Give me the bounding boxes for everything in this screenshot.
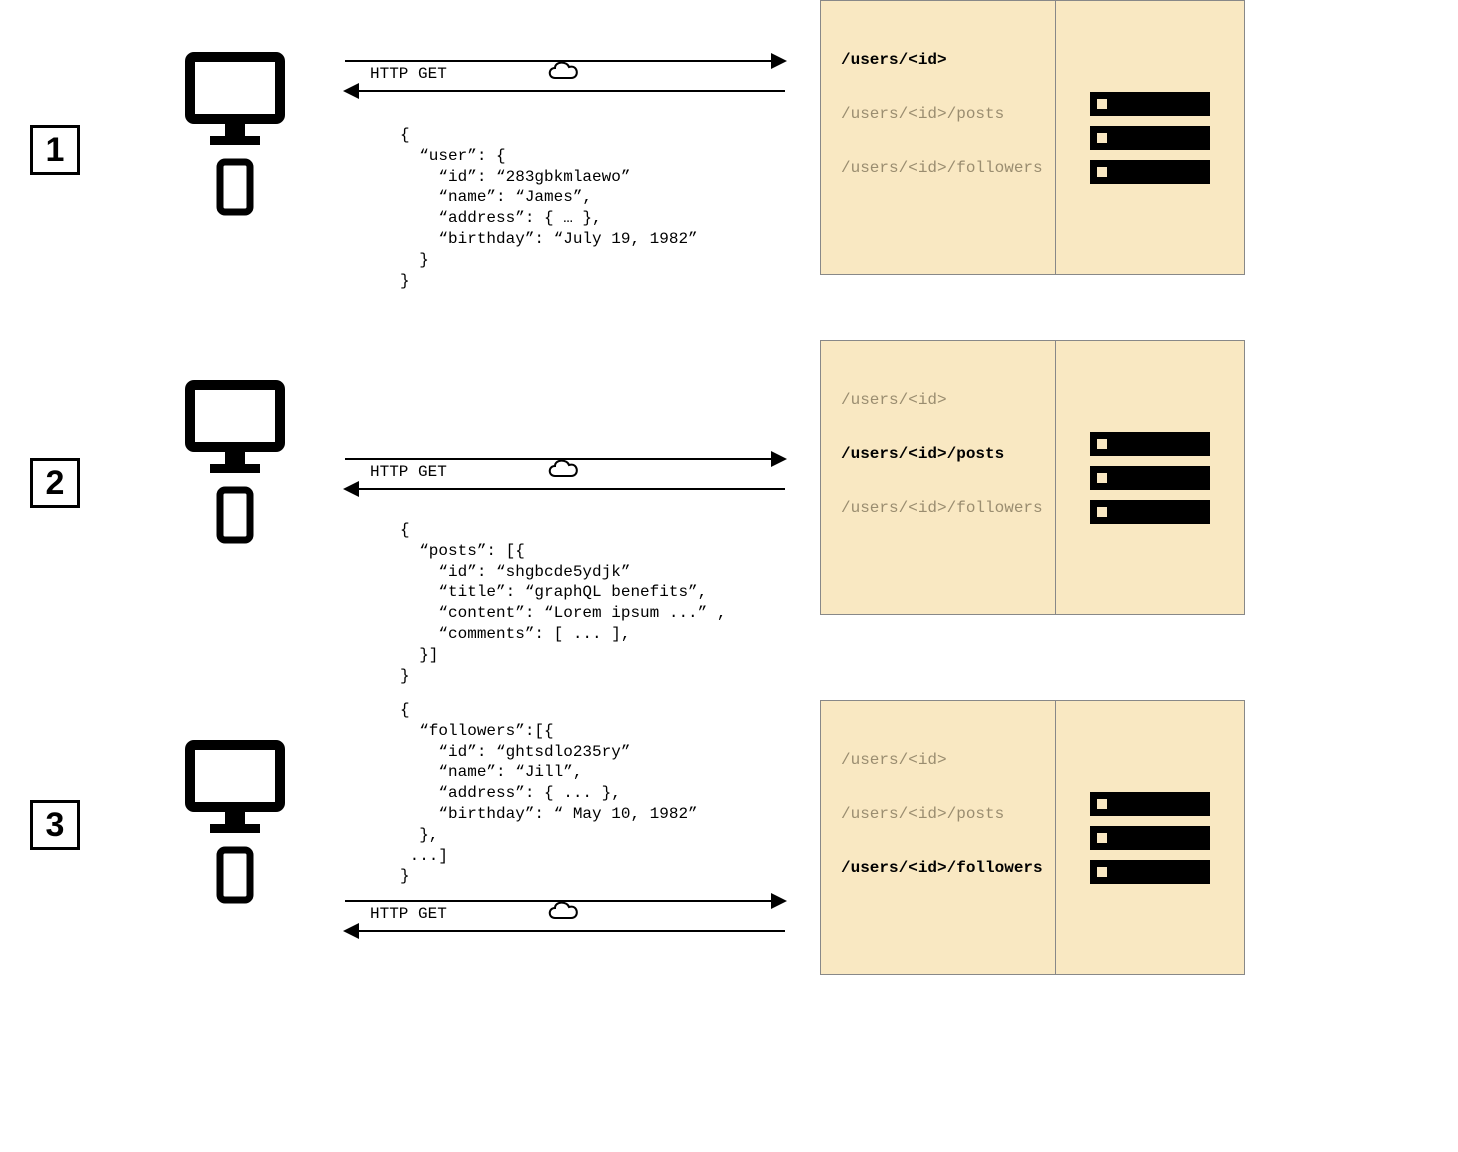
http-method-label: HTTP GET — [370, 905, 447, 923]
server-rack-bar — [1090, 466, 1210, 490]
json-payload-1: { “user”: { “id”: “283gbkmlaewo” “name”:… — [400, 125, 698, 291]
server-icon-1 — [1056, 1, 1244, 274]
json-payload-2: { “posts”: [{ “id”: “shgbcde5ydjk” “titl… — [400, 520, 726, 686]
request-response-arrows-1: HTTP GET — [345, 60, 785, 92]
client-devices-1 — [185, 52, 285, 222]
cloud-icon — [545, 898, 581, 927]
server-rack-bar — [1090, 92, 1210, 116]
server-rack-bar — [1090, 860, 1210, 884]
endpoint-users: /users/<id> — [841, 51, 1055, 69]
step-number-1: 1 — [30, 125, 80, 175]
cloud-icon — [545, 456, 581, 485]
response-arrow — [345, 488, 785, 490]
endpoint-posts: /users/<id>/posts — [841, 445, 1055, 463]
server-icon-2 — [1056, 341, 1244, 614]
endpoint-followers: /users/<id>/followers — [841, 499, 1055, 517]
client-devices-2 — [185, 380, 285, 550]
http-method-label: HTTP GET — [370, 463, 447, 481]
server-rack-bar — [1090, 126, 1210, 150]
response-arrow — [345, 930, 785, 932]
endpoint-followers: /users/<id>/followers — [841, 859, 1055, 877]
server-rack-bar — [1090, 826, 1210, 850]
desktop-and-mobile-icon — [185, 740, 285, 905]
step-number-2: 2 — [30, 458, 80, 508]
desktop-and-mobile-icon — [185, 52, 285, 217]
server-box-1: /users/<id> /users/<id>/posts /users/<id… — [820, 0, 1245, 275]
server-box-3: /users/<id> /users/<id>/posts /users/<id… — [820, 700, 1245, 975]
request-response-arrows-2: HTTP GET — [345, 458, 785, 490]
endpoint-posts: /users/<id>/posts — [841, 105, 1055, 123]
endpoints-list-2: /users/<id> /users/<id>/posts /users/<id… — [821, 341, 1056, 614]
http-method-label: HTTP GET — [370, 65, 447, 83]
endpoint-followers: /users/<id>/followers — [841, 159, 1055, 177]
response-arrow — [345, 90, 785, 92]
endpoints-list-3: /users/<id> /users/<id>/posts /users/<id… — [821, 701, 1056, 974]
server-icon-3 — [1056, 701, 1244, 974]
desktop-and-mobile-icon — [185, 380, 285, 545]
client-devices-3 — [185, 740, 285, 910]
server-rack-bar — [1090, 500, 1210, 524]
request-response-arrows-3: HTTP GET — [345, 900, 785, 932]
json-payload-3: { “followers”:[{ “id”: “ghtsdlo235ry” “n… — [400, 700, 698, 887]
server-rack-bar — [1090, 792, 1210, 816]
server-box-2: /users/<id> /users/<id>/posts /users/<id… — [820, 340, 1245, 615]
endpoints-list-1: /users/<id> /users/<id>/posts /users/<id… — [821, 1, 1056, 274]
endpoint-users: /users/<id> — [841, 391, 1055, 409]
endpoint-posts: /users/<id>/posts — [841, 805, 1055, 823]
server-rack-bar — [1090, 432, 1210, 456]
cloud-icon — [545, 58, 581, 87]
endpoint-users: /users/<id> — [841, 751, 1055, 769]
server-rack-bar — [1090, 160, 1210, 184]
step-number-3: 3 — [30, 800, 80, 850]
